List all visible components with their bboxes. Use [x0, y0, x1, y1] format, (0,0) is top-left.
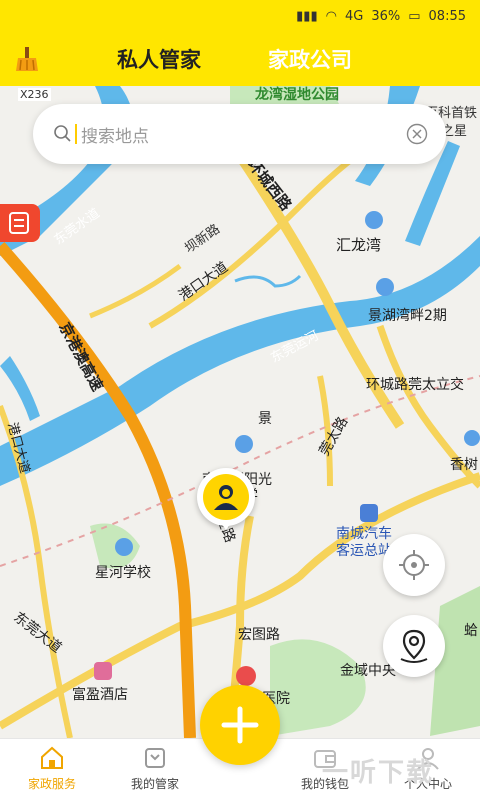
map-pin-icon	[400, 629, 428, 663]
map-label: 汇龙湾	[336, 236, 382, 254]
side-menu-tab[interactable]	[0, 204, 40, 242]
locate-button[interactable]	[383, 534, 445, 596]
wifi-icon: ◠	[325, 8, 337, 24]
nav-housekeeping-service[interactable]: 家政服务	[2, 739, 102, 801]
tab-housekeeping-company[interactable]: 家政公司	[268, 44, 352, 74]
nav-my-butler[interactable]: 我的管家	[105, 739, 205, 801]
clear-icon[interactable]	[406, 123, 428, 145]
battery-icon: ▭	[408, 8, 421, 24]
clock: 08:55	[428, 8, 466, 24]
plus-icon	[221, 706, 259, 744]
map-label: 龙湾湿地公园	[255, 87, 339, 103]
battery-percent: 36%	[371, 8, 401, 24]
status-bar: ▮▮▮ ◠ 4G 36% ▭ 08:55	[0, 0, 480, 32]
map-label: 富盈酒店	[72, 687, 128, 703]
home-service-icon	[41, 746, 63, 769]
menu-icon	[9, 212, 29, 234]
map-label: 景湖湾畔2期	[368, 308, 447, 324]
network-indicator: 4G	[344, 8, 364, 24]
app-header: 私人管家 家政公司	[0, 32, 480, 86]
map-pin-button[interactable]	[383, 615, 445, 677]
search-icon	[54, 125, 71, 142]
watermark: 一听下载	[322, 758, 435, 788]
map-label: 星河学校	[95, 565, 151, 581]
search-bar[interactable]: 搜索地点	[33, 104, 446, 164]
signal-icon: ▮▮▮	[296, 8, 318, 24]
housekeeper-marker[interactable]	[197, 468, 255, 530]
add-button[interactable]	[200, 685, 280, 765]
search-input[interactable]: 搜索地点	[81, 122, 149, 147]
tab-personal-butler[interactable]: 私人管家	[117, 44, 201, 74]
map-label: 宏图路	[238, 627, 280, 643]
housekeeper-avatar-icon	[214, 485, 238, 510]
broom-icon[interactable]	[14, 46, 40, 72]
crosshair-icon	[399, 550, 429, 580]
text-caret	[75, 124, 77, 144]
map-label: 景	[258, 411, 272, 427]
map-label: 香树	[450, 457, 478, 473]
map-label: 环城路莞太立交	[366, 377, 464, 393]
map-label: X236	[18, 88, 51, 101]
butler-icon	[145, 748, 165, 768]
map-label: 蛤	[464, 623, 478, 639]
